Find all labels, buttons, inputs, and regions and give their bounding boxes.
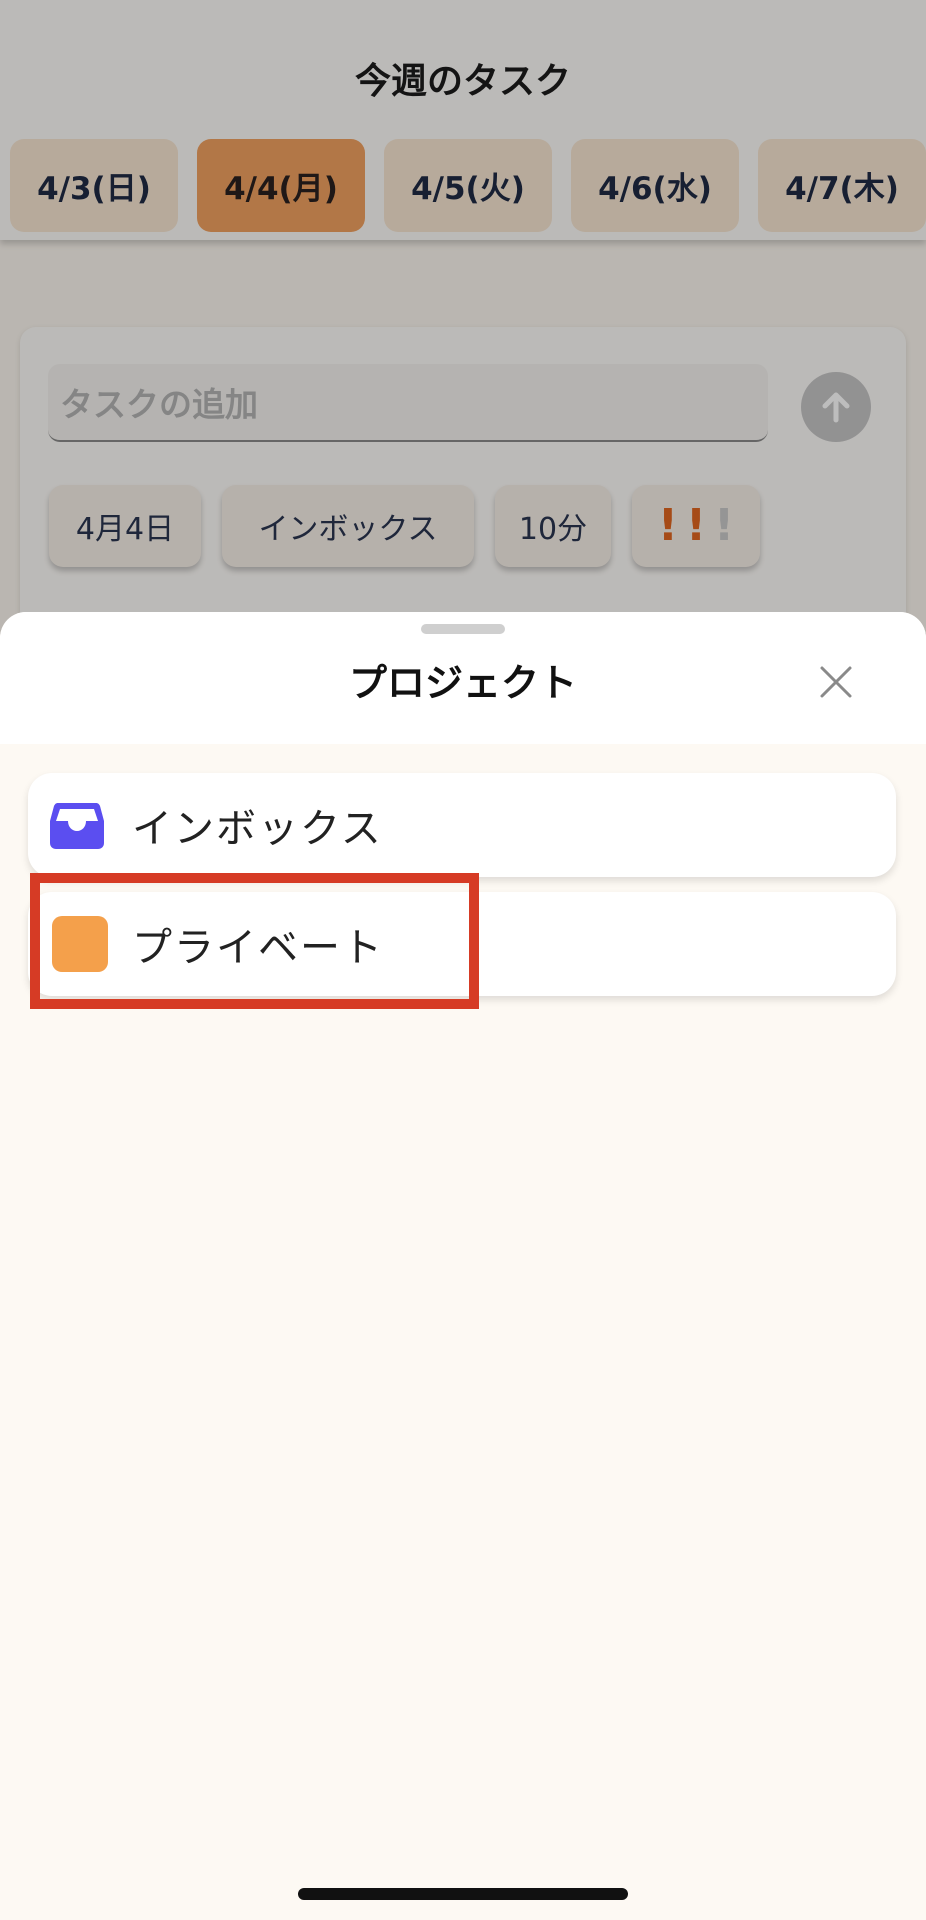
- home-indicator: [298, 1888, 628, 1900]
- sheet-header: プロジェクト: [0, 612, 926, 744]
- task-screen-background: 今週のタスク 4/3(日) 4/4(月) 4/5(火) 4/6(水) 4/7(木…: [0, 0, 926, 640]
- inbox-tray-icon: [50, 803, 104, 849]
- dim-overlay[interactable]: [0, 0, 926, 640]
- highlight-annotation-box: [30, 873, 479, 1009]
- project-item-inbox[interactable]: インボックス: [28, 773, 896, 877]
- sheet-title: プロジェクト: [348, 661, 577, 705]
- sheet-grabber[interactable]: [421, 624, 505, 634]
- close-icon: [820, 666, 852, 698]
- project-picker-sheet: プロジェクト インボックス プライベート: [0, 612, 926, 1920]
- close-button[interactable]: [810, 656, 862, 708]
- project-label-inbox: インボックス: [132, 806, 383, 852]
